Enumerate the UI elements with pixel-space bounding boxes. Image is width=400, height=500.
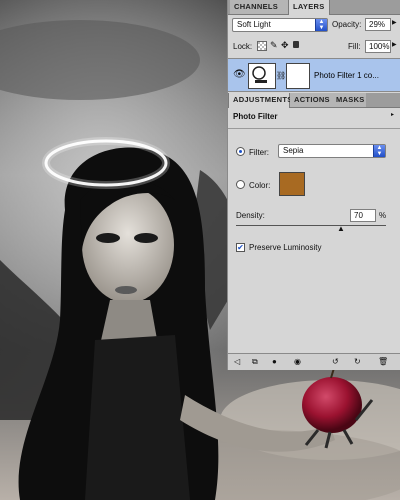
layers-panel: CHANNELS LAYERS Soft Light ▲ ▼ Opacity: 2… xyxy=(227,0,400,370)
opacity-flyout-icon[interactable]: ▶ xyxy=(392,19,397,26)
bottom-tab-bar: ADJUSTMENTS ACTIONS MASKS xyxy=(228,93,400,108)
divider xyxy=(228,128,400,129)
chevron-down-icon: ▲ ▼ xyxy=(315,19,327,31)
visibility-icon[interactable]: ● xyxy=(272,357,281,366)
chevron-down-icon: ▲ ▼ xyxy=(373,145,385,157)
chain-link-icon[interactable]: ⛓ xyxy=(276,71,286,80)
tab-masks[interactable]: MASKS xyxy=(332,93,366,107)
color-swatch[interactable] xyxy=(279,172,305,196)
blend-mode-value: Soft Light xyxy=(237,20,271,29)
tab-layers[interactable]: LAYERS xyxy=(288,0,330,15)
preserve-luminosity-checkbox[interactable]: ✔ xyxy=(236,243,245,252)
adjustments-toolbar: ◁ ⧉ ● ◉ ↺ ↻ 🗑 xyxy=(228,353,400,370)
filter-label: Filter: xyxy=(249,148,269,157)
density-value: 70 xyxy=(354,211,363,220)
opacity-field[interactable]: 29% xyxy=(365,18,391,31)
layer-name[interactable]: Photo Filter 1 co... xyxy=(314,71,379,80)
filter-value: Sepia xyxy=(283,146,304,155)
reset-alt-icon[interactable]: ↻ xyxy=(354,357,363,366)
panel-menu-icon[interactable]: ▸ xyxy=(391,111,394,118)
back-arrow-icon[interactable]: ◁ xyxy=(234,357,243,366)
layer-mask-thumbnail[interactable] xyxy=(286,63,310,89)
lock-move-icon[interactable]: ✥ xyxy=(281,40,289,51)
eye-icon[interactable]: 👁 xyxy=(233,69,246,80)
lock-label: Lock: xyxy=(233,42,253,51)
tab-actions[interactable]: ACTIONS xyxy=(290,93,332,107)
tab-adjustments[interactable]: ADJUSTMENTS xyxy=(228,93,292,108)
adjustment-thumbnail[interactable] xyxy=(248,63,276,89)
lock-transparency-icon[interactable] xyxy=(257,41,267,51)
photo-filter-icon xyxy=(252,66,267,83)
preserve-luminosity-label: Preserve Luminosity xyxy=(249,243,322,252)
delete-icon[interactable]: 🗑 xyxy=(378,357,388,366)
clip-layer-icon[interactable]: ⧉ xyxy=(252,357,261,366)
reset-icon[interactable]: ↺ xyxy=(332,357,341,366)
top-tab-bar: CHANNELS LAYERS xyxy=(228,0,400,15)
layer-row-photo-filter[interactable]: 👁 ⛓ Photo Filter 1 co... xyxy=(228,58,400,92)
lock-brush-icon[interactable]: ✎ xyxy=(270,40,278,51)
opacity-value: 29% xyxy=(369,20,386,29)
opacity-label: Opacity: xyxy=(332,20,362,29)
tab-channels[interactable]: CHANNELS xyxy=(230,0,288,14)
density-unit: % xyxy=(379,211,387,220)
filter-radio[interactable] xyxy=(236,147,245,156)
fill-field[interactable]: 100% xyxy=(365,40,391,53)
fill-label: Fill: xyxy=(348,42,361,51)
view-previous-icon[interactable]: ◉ xyxy=(294,357,303,366)
color-radio[interactable] xyxy=(236,180,245,189)
fill-value: 100% xyxy=(369,42,390,51)
lock-all-icon[interactable] xyxy=(293,41,299,48)
adjustment-title: Photo Filter xyxy=(233,112,278,121)
blend-mode-select[interactable]: Soft Light ▲ ▼ xyxy=(232,18,328,32)
fill-flyout-icon[interactable]: ▶ xyxy=(392,41,397,48)
filter-select[interactable]: Sepia ▲ ▼ xyxy=(278,144,386,158)
color-label: Color: xyxy=(249,181,271,190)
density-label: Density: xyxy=(236,211,265,220)
density-field[interactable]: 70 xyxy=(350,209,376,222)
density-slider-thumb[interactable]: ▲ xyxy=(337,224,345,233)
density-slider-track[interactable] xyxy=(236,225,386,226)
